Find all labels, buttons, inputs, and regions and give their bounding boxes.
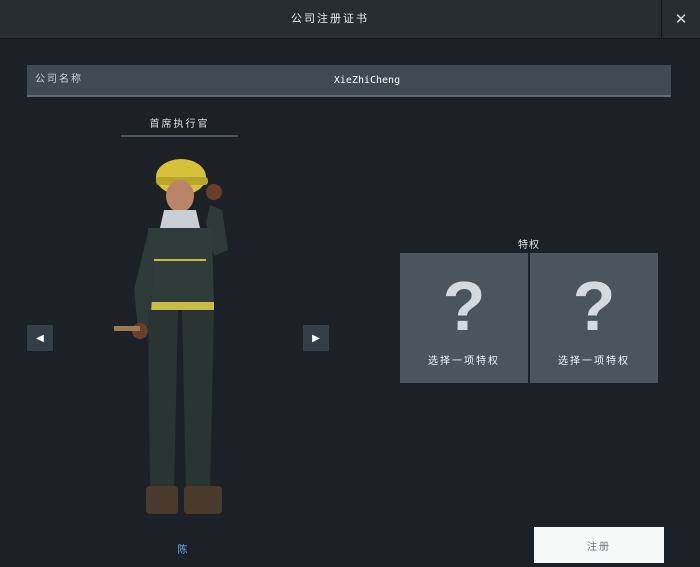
character-name: 陈: [177, 545, 188, 556]
perk-slot-1[interactable]: ? 选择一项特权: [400, 253, 528, 383]
perk-slot-label: 选择一项特权: [428, 356, 500, 367]
ceo-character-portrait: [114, 159, 228, 514]
question-mark-icon: ?: [442, 267, 486, 345]
perk-slot-2[interactable]: ? 选择一项特权: [530, 253, 658, 383]
close-icon[interactable]: ✕: [661, 0, 700, 38]
right-arrow-icon: ▶: [312, 332, 320, 344]
question-mark-icon: ?: [572, 267, 616, 345]
left-arrow-icon: ◀: [36, 332, 44, 344]
title-bar: 公司注册证书 ✕: [0, 0, 700, 39]
perk-slot-label: 选择一项特权: [558, 356, 630, 367]
company-name-row: 公司名称: [27, 65, 671, 97]
prev-character-button[interactable]: ◀: [27, 325, 53, 351]
next-character-button[interactable]: ▶: [303, 325, 329, 351]
company-name-input[interactable]: [217, 70, 517, 90]
ceo-header: 首席执行官: [121, 115, 238, 137]
dialog-title: 公司注册证书: [291, 12, 369, 25]
register-button[interactable]: 注册: [534, 527, 664, 563]
perks-label: 特权: [518, 240, 540, 251]
company-name-label: 公司名称: [35, 74, 83, 85]
